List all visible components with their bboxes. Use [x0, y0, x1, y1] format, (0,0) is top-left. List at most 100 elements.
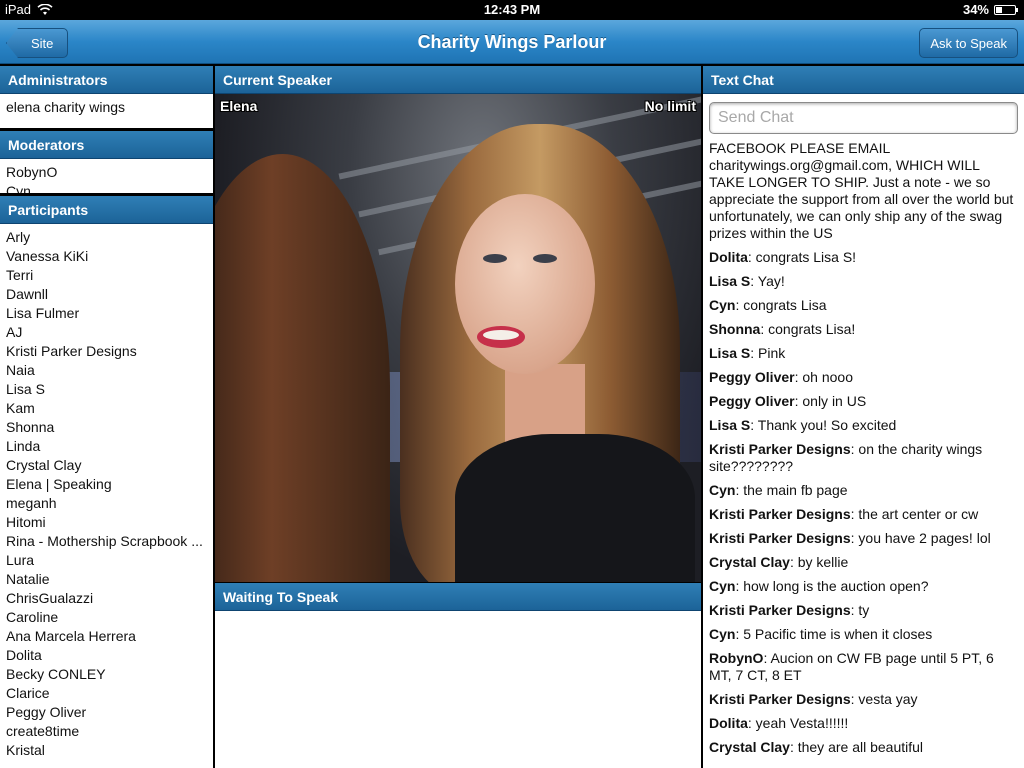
- participant-item[interactable]: Dawnll: [6, 285, 207, 304]
- participant-item[interactable]: Clarice: [6, 684, 207, 703]
- participants-list[interactable]: Arly Vanessa KiKi Terri Dawnll Lisa Fulmer AJ…: [0, 224, 213, 764]
- chat-message-text: : Pink: [750, 345, 786, 361]
- chat-message-user[interactable]: Dolita: [709, 249, 748, 265]
- waiting-to-speak-header: Waiting To Speak: [215, 583, 701, 611]
- administrator-item[interactable]: elena charity wings: [6, 98, 207, 117]
- participant-item[interactable]: Elena | Speaking: [6, 475, 207, 494]
- chat-message-user[interactable]: Cyn: [709, 297, 735, 313]
- current-speaker-header: Current Speaker: [215, 66, 701, 94]
- chat-message-user[interactable]: Peggy Oliver: [709, 393, 795, 409]
- moderator-item[interactable]: RobynO: [6, 163, 207, 182]
- participant-item[interactable]: Lisa S: [6, 380, 207, 399]
- speaker-face: [455, 194, 595, 374]
- chat-message: Lisa S: Thank you! So excited: [709, 417, 1018, 434]
- chat-message: Kristi Parker Designs: you have 2 pages!…: [709, 530, 1018, 547]
- chat-message-text: : vesta yay: [850, 691, 918, 707]
- chat-message-user[interactable]: Kristi Parker Designs: [709, 602, 851, 618]
- text-chat-panel: Text Chat FACEBOOK PLEASE EMAIL charityw…: [703, 66, 1024, 768]
- participant-item[interactable]: Kristal: [6, 741, 207, 760]
- speaker-eye: [533, 254, 557, 263]
- participant-item[interactable]: Shonna: [6, 418, 207, 437]
- chat-message: Peggy Oliver: oh nooo: [709, 369, 1018, 386]
- participant-item[interactable]: Vanessa KiKi: [6, 247, 207, 266]
- chat-message: Kristi Parker Designs: on the charity wi…: [709, 441, 1018, 475]
- administrators-header: Administrators: [0, 66, 213, 94]
- participant-item[interactable]: Lisa Fulmer: [6, 304, 207, 323]
- chat-message: Dolita: yeah Vesta!!!!!!: [709, 715, 1018, 732]
- speaker-name-label: Elena: [220, 98, 258, 114]
- chat-message-text: : ty: [850, 602, 870, 618]
- chat-message-text: : by kellie: [789, 554, 849, 570]
- chat-message-user[interactable]: Kristi Parker Designs: [709, 506, 851, 522]
- participant-item[interactable]: Becky CONLEY: [6, 665, 207, 684]
- battery-icon: [994, 4, 1018, 15]
- participant-item[interactable]: Linda: [6, 437, 207, 456]
- participant-item[interactable]: Caroline: [6, 608, 207, 627]
- ask-to-speak-button[interactable]: Ask to Speak: [919, 28, 1018, 58]
- participant-item[interactable]: AJ: [6, 323, 207, 342]
- participant-item[interactable]: Ana Marcela Herrera: [6, 627, 207, 646]
- participant-item[interactable]: Rina - Mothership Scrapbook ...: [6, 532, 207, 551]
- chat-message-user[interactable]: Peggy Oliver: [709, 369, 795, 385]
- chat-message-text: : 5 Pacific time is when it closes: [735, 626, 933, 642]
- moderators-panel: Moderators RobynO Cyn: [0, 131, 213, 193]
- participant-item[interactable]: create8time: [6, 722, 207, 741]
- chat-message: Crystal Clay: they are all beautiful: [709, 739, 1018, 756]
- participants-header: Participants: [0, 196, 213, 224]
- chat-message-user[interactable]: Kristi Parker Designs: [709, 691, 851, 707]
- chat-message: Peggy Oliver: only in US: [709, 393, 1018, 410]
- chat-message-user[interactable]: Lisa S: [709, 273, 750, 289]
- chat-message-user[interactable]: Shonna: [709, 321, 760, 337]
- chat-message: Cyn: how long is the auction open?: [709, 578, 1018, 595]
- chat-message-user[interactable]: Cyn: [709, 626, 735, 642]
- chat-message-user[interactable]: Lisa S: [709, 417, 750, 433]
- chat-message-text: : they are all beautiful: [789, 739, 924, 755]
- chat-message-user[interactable]: Cyn: [709, 578, 735, 594]
- participant-item[interactable]: Kristi Parker Designs: [6, 342, 207, 361]
- battery-percent: 34%: [962, 2, 989, 17]
- chat-message-text: : yeah Vesta!!!!!!: [747, 715, 849, 731]
- speaker-shirt: [455, 434, 695, 582]
- chat-message-user[interactable]: Crystal Clay: [709, 554, 790, 570]
- waiting-list: [215, 611, 701, 619]
- participant-item[interactable]: Hitomi: [6, 513, 207, 532]
- chat-message-text: : congrats Lisa S!: [747, 249, 857, 265]
- chat-message-user[interactable]: Cyn: [709, 482, 735, 498]
- chat-message: Shonna: congrats Lisa!: [709, 321, 1018, 338]
- chat-log[interactable]: FACEBOOK PLEASE EMAIL charitywings.org@g…: [703, 140, 1024, 756]
- chat-message-text: : you have 2 pages! lol: [850, 530, 991, 546]
- moderator-item[interactable]: Cyn: [6, 182, 207, 193]
- ask-to-speak-label: Ask to Speak: [930, 35, 1007, 51]
- participant-item[interactable]: Terri: [6, 266, 207, 285]
- participant-item[interactable]: Lura: [6, 551, 207, 570]
- chat-message-text: : Thank you! So excited: [750, 417, 897, 433]
- chat-message-user[interactable]: Kristi Parker Designs: [709, 530, 851, 546]
- moderators-list[interactable]: RobynO Cyn: [0, 159, 213, 193]
- administrators-list[interactable]: elena charity wings: [0, 94, 213, 121]
- participant-item[interactable]: Peggy Oliver: [6, 703, 207, 722]
- chat-message-text: : Yay!: [750, 273, 785, 289]
- chat-message-text: : congrats Lisa: [735, 297, 827, 313]
- chat-message: RobynO: Aucion on CW FB page until 5 PT,…: [709, 650, 1018, 684]
- chat-message-user[interactable]: Crystal Clay: [709, 739, 790, 755]
- page-title: Charity Wings Parlour: [417, 32, 607, 52]
- chat-message-text: : how long is the auction open?: [735, 578, 929, 594]
- speaker-video[interactable]: Elena No limit: [215, 94, 701, 582]
- chat-message: Crystal Clay: by kellie: [709, 554, 1018, 571]
- chat-message: Cyn: congrats Lisa: [709, 297, 1018, 314]
- participant-item[interactable]: Arly: [6, 228, 207, 247]
- participant-item[interactable]: Naia: [6, 361, 207, 380]
- chat-message-user[interactable]: Lisa S: [709, 345, 750, 361]
- chat-message-user[interactable]: Kristi Parker Designs: [709, 441, 851, 457]
- participant-item[interactable]: meganh: [6, 494, 207, 513]
- participant-item[interactable]: Dolita: [6, 646, 207, 665]
- participant-item[interactable]: Natalie: [6, 570, 207, 589]
- send-chat-input[interactable]: [709, 102, 1018, 134]
- chat-message-user[interactable]: Dolita: [709, 715, 748, 731]
- chat-message: Lisa S: Yay!: [709, 273, 1018, 290]
- chat-message-user[interactable]: RobynO: [709, 650, 763, 666]
- battery-level: [996, 6, 1003, 13]
- participant-item[interactable]: Crystal Clay: [6, 456, 207, 475]
- participant-item[interactable]: Kam: [6, 399, 207, 418]
- participant-item[interactable]: ChrisGualazzi: [6, 589, 207, 608]
